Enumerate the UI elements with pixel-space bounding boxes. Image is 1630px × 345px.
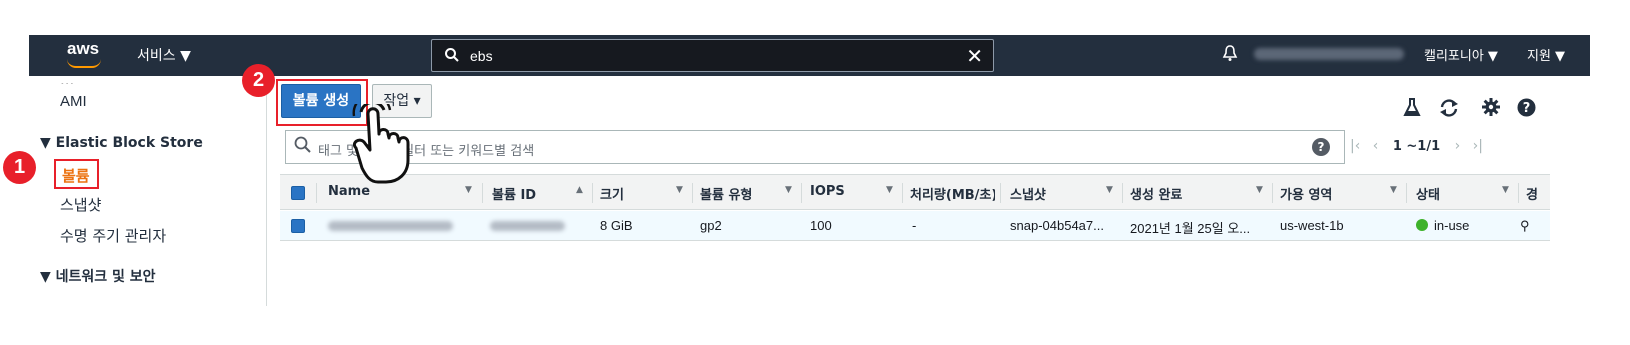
sidebar: ··· AMI ▼ Elastic Block Store 볼륨 스냅샷 수명 … <box>0 76 266 306</box>
row-checkbox[interactable] <box>291 219 305 233</box>
svg-text:?: ? <box>1523 101 1531 116</box>
page-range: 1 ~1/1 <box>1392 139 1441 154</box>
sidebar-section-ebs[interactable]: ▼ Elastic Block Store <box>40 135 203 151</box>
row-size: 8 GiB <box>600 218 633 233</box>
col-alarm[interactable]: 경 <box>1526 184 1538 203</box>
col-state[interactable]: 상태 <box>1416 184 1440 203</box>
search-icon <box>444 47 460 67</box>
search-input[interactable]: ebs <box>470 48 493 64</box>
sort-caret-icon[interactable]: ▼ <box>1256 185 1263 195</box>
flask-icon[interactable] <box>1403 98 1421 123</box>
col-created[interactable]: 생성 완료 <box>1130 184 1182 203</box>
col-volume-id[interactable]: 볼륨 ID <box>492 184 536 203</box>
refresh-icon[interactable] <box>1438 98 1460 123</box>
row-throughput: - <box>912 218 917 233</box>
sort-caret-icon[interactable]: ▼ <box>676 185 683 195</box>
account-menu[interactable] <box>1254 48 1404 60</box>
alarm-icon[interactable]: ⚲ <box>1520 218 1530 234</box>
next-page-icon[interactable]: › <box>1455 138 1461 154</box>
row-state: in-use <box>1416 218 1469 233</box>
sort-caret-icon[interactable]: ▼ <box>886 185 893 195</box>
col-size[interactable]: 크기 <box>600 184 624 203</box>
search-bar[interactable]: ebs ✕ <box>431 39 994 72</box>
sidebar-item-cut-off: ··· <box>60 76 110 84</box>
row-volume-id-redacted <box>490 221 565 231</box>
sidebar-item-snapshots[interactable]: 스냅샷 <box>60 194 101 215</box>
row-snapshot[interactable]: snap-04b54a7... <box>1010 218 1104 233</box>
bell-icon[interactable] <box>1221 44 1239 66</box>
select-all-checkbox[interactable] <box>291 186 305 200</box>
status-dot-icon <box>1416 219 1428 231</box>
region-menu[interactable]: 캘리포니아 ▼ <box>1424 45 1498 64</box>
row-name-redacted <box>328 221 453 231</box>
last-page-icon[interactable]: ›| <box>1473 138 1483 154</box>
gear-icon[interactable] <box>1482 98 1500 121</box>
col-throughput[interactable]: 처리량(MB/초) <box>910 184 995 203</box>
aws-logo[interactable]: aws <box>67 39 101 68</box>
step-1-badge: 1 <box>3 151 36 184</box>
clear-search-icon[interactable]: ✕ <box>966 44 983 68</box>
col-volume-type[interactable]: 볼륨 유형 <box>700 184 752 203</box>
row-created: 2021년 1월 25일 오... <box>1130 221 1251 236</box>
pagination: |‹ ‹ 1 ~1/1 › ›| <box>1350 138 1483 154</box>
row-type: gp2 <box>700 218 722 233</box>
row-iops: 100 <box>810 218 832 233</box>
support-menu[interactable]: 지원 ▼ <box>1527 45 1565 64</box>
sort-caret-icon[interactable]: ▼ <box>465 185 472 195</box>
prev-page-icon[interactable]: ‹ <box>1373 138 1379 154</box>
help-icon[interactable]: ? <box>1517 98 1536 122</box>
sort-caret-icon[interactable]: ▼ <box>1106 185 1113 195</box>
col-availability-zone[interactable]: 가용 영역 <box>1280 184 1332 203</box>
filter-search-field[interactable]: 태그 및 속성별 필터 또는 키워드별 검색 ? <box>285 130 1345 164</box>
step-2-badge: 2 <box>242 64 275 97</box>
search-icon <box>294 136 312 159</box>
row-availability-zone: us-west-1b <box>1280 218 1344 233</box>
sidebar-item-ami[interactable]: AMI <box>60 93 87 110</box>
pointer-hand-icon <box>348 93 420 190</box>
sort-caret-icon[interactable]: ▼ <box>1502 185 1509 195</box>
sidebar-section-network-security[interactable]: ▼ 네트워크 및 보안 <box>40 266 156 286</box>
col-snapshot[interactable]: 스냅샷 <box>1010 184 1046 203</box>
sidebar-item-lifecycle-manager[interactable]: 수명 주기 관리자 <box>60 225 166 246</box>
sort-asc-icon[interactable]: ▲ <box>576 185 583 195</box>
filter-help-icon[interactable]: ? <box>1312 138 1330 156</box>
first-page-icon[interactable]: |‹ <box>1350 138 1360 154</box>
table-header: Name ▼ 볼륨 ID ▲ 크기 ▼ 볼륨 유형 ▼ IOPS ▼ 처리량(M… <box>280 174 1550 210</box>
col-iops[interactable]: IOPS <box>810 184 845 199</box>
sort-caret-icon[interactable]: ▼ <box>1390 185 1397 195</box>
table-row[interactable]: 8 GiB gp2 100 - snap-04b54a7... 2021년 1월… <box>280 211 1550 241</box>
sort-caret-icon[interactable]: ▼ <box>785 185 792 195</box>
services-menu[interactable]: 서비스 ▼ <box>137 45 191 65</box>
sidebar-divider <box>266 76 267 306</box>
sidebar-item-volumes[interactable]: 볼륨 <box>54 159 99 189</box>
